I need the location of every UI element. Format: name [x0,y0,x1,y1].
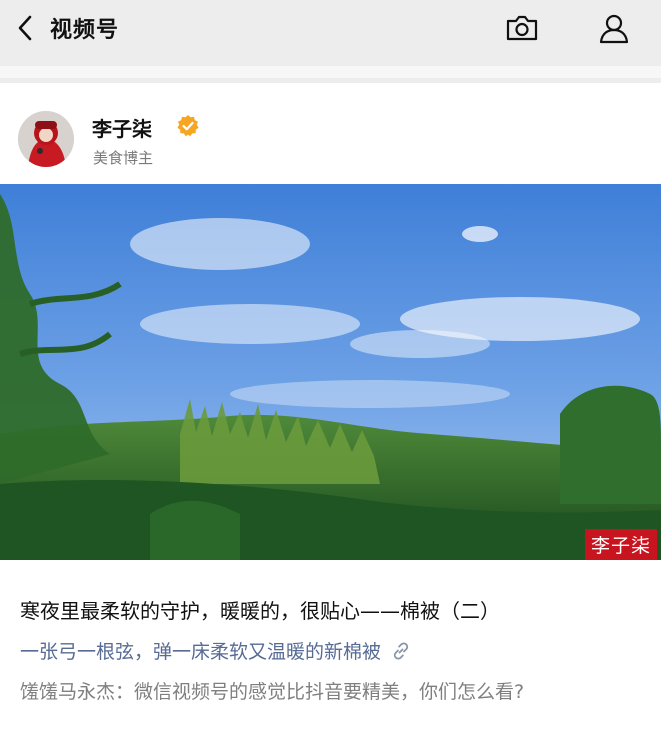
video-thumbnail[interactable]: 李子柒 [0,184,661,560]
avatar[interactable] [18,111,74,167]
topic-link[interactable]: 一张弓一根弦，弹一床柔软又温暖的新棉被 [20,637,411,664]
link-icon [393,641,409,660]
post-title: 寒夜里最柔软的守护，暖暖的，很贴心——棉被（二） [20,599,500,623]
author-row: 李子柒 美食博主 [0,83,661,183]
video-watermark: 李子柒 [584,529,657,560]
person-icon [599,14,629,44]
video-post-card: 李子柒 美食博主 李子柒 寒夜里最柔软的守护，暖暖的，很贴心——棉被（二） 一张… [0,83,661,751]
chevron-left-icon [18,15,32,41]
landscape-scene-image [0,184,661,560]
top-navigation-bar: 视频号 [0,0,661,56]
author-avatar-image [18,111,74,167]
page-title: 视频号 [50,18,120,43]
section-divider [0,66,661,78]
camera-button[interactable] [500,8,544,48]
author-category-tag: 美食博主 [93,149,154,167]
camera-icon [506,15,538,41]
back-button[interactable] [0,0,50,56]
topic-link-label: 一张弓一根弦，弹一床柔软又温暖的新棉被 [20,641,382,663]
author-name[interactable]: 李子柒 [92,113,152,142]
verified-badge-icon [177,115,199,137]
profile-button[interactable] [592,8,636,48]
top-comment: 馐馐马永杰：微信视频号的感觉比抖音要精美，你们怎么看? [20,681,525,703]
